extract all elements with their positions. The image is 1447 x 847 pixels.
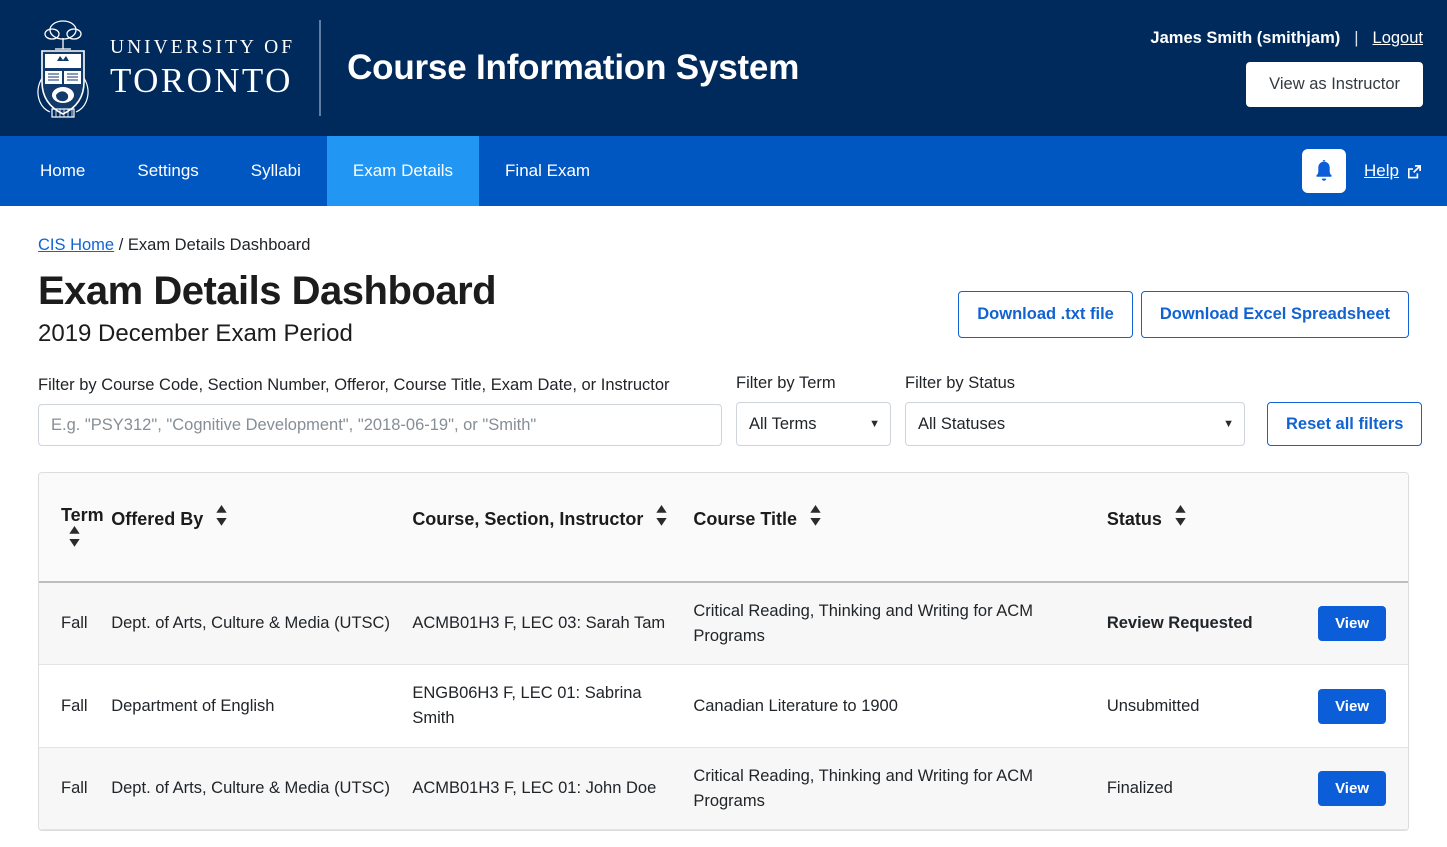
help-link[interactable]: Help xyxy=(1364,161,1423,181)
external-link-icon xyxy=(1408,164,1421,178)
cell-actions: View xyxy=(1297,664,1408,748)
header-divider xyxy=(319,20,322,116)
user-info: James Smith (smithjam) | Logout xyxy=(1150,29,1423,48)
sort-icon xyxy=(810,505,821,526)
filter-bar: Filter by Course Code, Section Number, O… xyxy=(38,374,1423,446)
breadcrumb-separator: / xyxy=(118,236,124,254)
site-header: UNIVERSITY OF TORONTO Course Information… xyxy=(0,0,1447,136)
cell-offered-by: Department of English xyxy=(101,664,403,748)
bell-icon xyxy=(1316,160,1332,181)
view-button[interactable]: View xyxy=(1318,606,1386,642)
notifications-button[interactable] xyxy=(1302,149,1347,193)
header-account-area: James Smith (smithjam) | Logout View as … xyxy=(1150,0,1423,136)
cell-status: Review Requested xyxy=(1096,581,1298,666)
term-filter-select[interactable]: All Terms xyxy=(736,402,891,446)
term-filter-group: Filter by Term All Terms ▼ xyxy=(736,374,891,446)
table-row: Fall Department of English ENGB06H3 F, L… xyxy=(39,664,1408,748)
view-button[interactable]: View xyxy=(1318,688,1386,724)
cell-status: Unsubmitted xyxy=(1096,664,1298,748)
page-content: CIS Home / Exam Details Dashboard Exam D… xyxy=(0,236,1447,832)
uoft-brand: UNIVERSITY OF TORONTO xyxy=(0,16,295,120)
nav-right-actions: Help xyxy=(1302,136,1423,206)
nav-item-exam-details[interactable]: Exam Details xyxy=(326,136,480,206)
column-label-course-section-instructor: Course, Section, Instructor xyxy=(412,508,644,529)
nav-item-final-exam[interactable]: Final Exam xyxy=(479,136,616,206)
cell-course-section-instructor: ACMB01H3 F, LEC 03: Sarah Tam xyxy=(402,581,684,666)
wordmark-line-1: UNIVERSITY OF xyxy=(110,36,296,58)
column-header-term[interactable]: Term xyxy=(39,473,104,583)
table-row: Fall Dept. of Arts, Culture & Media (UTS… xyxy=(39,581,1408,666)
cell-course-section-instructor: ENGB06H3 F, LEC 01: Sabrina Smith xyxy=(402,664,684,748)
sort-icon xyxy=(216,505,227,526)
exam-details-table-wrapper: Term Offered By Course, Section, Instruc… xyxy=(38,472,1409,832)
status-filter-group: Filter by Status All Statuses ▼ xyxy=(905,374,1245,446)
cell-term: Fall xyxy=(39,664,102,748)
user-name: James Smith (smithjam) xyxy=(1150,29,1341,47)
cell-offered-by: Dept. of Arts, Culture & Media (UTSC) xyxy=(101,581,403,666)
cell-status: Finalized xyxy=(1096,747,1298,831)
table-body: Fall Dept. of Arts, Culture & Media (UTS… xyxy=(39,581,1408,831)
sort-icon xyxy=(656,505,668,526)
cell-actions: View xyxy=(1297,747,1408,831)
nav-item-settings[interactable]: Settings xyxy=(111,136,224,206)
main-navigation: Home Settings Syllabi Exam Details Final… xyxy=(0,136,1447,206)
cell-course-title: Critical Reading, Thinking and Writing f… xyxy=(683,747,1097,831)
cell-course-title: Critical Reading, Thinking and Writing f… xyxy=(683,581,1097,666)
column-header-offered-by[interactable]: Offered By xyxy=(101,473,403,583)
cell-actions: View xyxy=(1297,581,1408,666)
sort-icon xyxy=(69,526,80,547)
user-separator: | xyxy=(1354,29,1359,47)
cell-term: Fall xyxy=(39,747,102,831)
column-label-course-title: Course Title xyxy=(693,508,798,529)
view-as-instructor-button[interactable]: View as Instructor xyxy=(1246,62,1423,107)
column-header-actions xyxy=(1297,473,1408,583)
cell-course-title: Canadian Literature to 1900 xyxy=(683,664,1097,748)
column-header-course-section-instructor[interactable]: Course, Section, Instructor xyxy=(402,473,684,583)
term-filter-label: Filter by Term xyxy=(736,374,836,392)
column-header-course-title[interactable]: Course Title xyxy=(683,473,1097,583)
system-title: Course Information System xyxy=(347,48,800,87)
download-buttons: Download .txt file Download Excel Spread… xyxy=(958,291,1409,338)
status-select-wrap: All Statuses ▼ xyxy=(905,402,1245,446)
cell-course-section-instructor: ACMB01H3 F, LEC 01: John Doe xyxy=(402,747,684,831)
search-filter-label: Filter by Course Code, Section Number, O… xyxy=(38,376,670,394)
breadcrumb-current: Exam Details Dashboard xyxy=(127,236,311,254)
sort-icon xyxy=(1175,505,1186,526)
status-filter-label: Filter by Status xyxy=(905,374,1016,392)
column-label-status: Status xyxy=(1106,508,1162,529)
table-header: Term Offered By Course, Section, Instruc… xyxy=(39,473,1408,583)
nav-item-home[interactable]: Home xyxy=(14,136,111,206)
table-header-row: Term Offered By Course, Section, Instruc… xyxy=(39,473,1408,583)
page-heading-block: Exam Details Dashboard 2019 December Exa… xyxy=(38,269,497,348)
column-label-term: Term xyxy=(61,505,104,525)
help-label: Help xyxy=(1364,161,1399,180)
page-subtitle: 2019 December Exam Period xyxy=(38,320,353,347)
logout-link[interactable]: Logout xyxy=(1373,29,1423,48)
breadcrumb: CIS Home / Exam Details Dashboard xyxy=(38,236,1409,255)
reset-filters-button[interactable]: Reset all filters xyxy=(1267,402,1423,446)
uoft-crest-logo xyxy=(37,20,89,118)
wordmark-line-2: TORONTO xyxy=(110,61,293,101)
table-row: Fall Dept. of Arts, Culture & Media (UTS… xyxy=(39,747,1408,831)
term-select-wrap: All Terms ▼ xyxy=(736,402,891,446)
nav-items: Home Settings Syllabi Exam Details Final… xyxy=(0,136,616,206)
nav-item-syllabi[interactable]: Syllabi xyxy=(225,136,327,206)
cell-offered-by: Dept. of Arts, Culture & Media (UTSC) xyxy=(101,747,403,831)
search-filter-group: Filter by Course Code, Section Number, O… xyxy=(38,376,722,446)
download-excel-button[interactable]: Download Excel Spreadsheet xyxy=(1140,291,1409,338)
column-header-status[interactable]: Status xyxy=(1096,473,1298,583)
cell-term: Fall xyxy=(39,581,102,666)
exam-details-table: Term Offered By Course, Section, Instruc… xyxy=(39,473,1408,831)
page-title-row: Exam Details Dashboard 2019 December Exa… xyxy=(38,269,1409,348)
column-label-offered-by: Offered By xyxy=(111,508,204,529)
uoft-wordmark: UNIVERSITY OF TORONTO xyxy=(110,38,295,99)
status-filter-select[interactable]: All Statuses xyxy=(905,402,1245,446)
download-txt-button[interactable]: Download .txt file xyxy=(958,291,1133,338)
search-input[interactable] xyxy=(38,404,722,446)
view-button[interactable]: View xyxy=(1318,771,1386,807)
breadcrumb-home-link[interactable]: CIS Home xyxy=(38,236,114,254)
page-title: Exam Details Dashboard xyxy=(38,269,497,313)
